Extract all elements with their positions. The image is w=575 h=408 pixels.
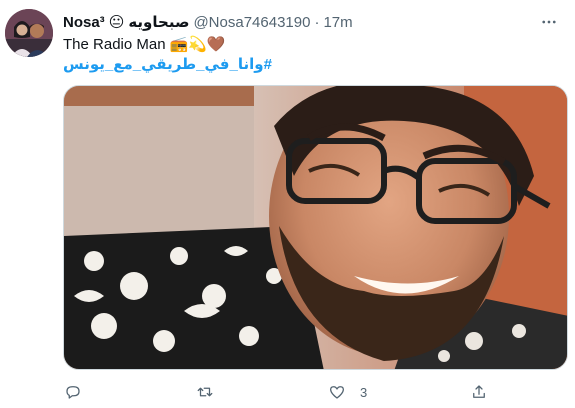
- tweet-photo[interactable]: [63, 85, 568, 370]
- separator-dot: ·: [314, 13, 320, 31]
- author-name[interactable]: Nosa³: [63, 14, 105, 31]
- author-name-arabic[interactable]: صبحاويه: [128, 13, 189, 31]
- reply-button[interactable]: [64, 383, 96, 401]
- like-count: 3: [360, 384, 368, 400]
- hashtag-link[interactable]: #وانا_في_طريقي_مع_يونس: [63, 55, 272, 75]
- tweet-actions: 3: [63, 380, 485, 404]
- photo-illustration: [64, 86, 567, 369]
- retweet-button[interactable]: [196, 383, 228, 401]
- neutral-face-emoji: 😐: [108, 14, 125, 31]
- avatar-image: [5, 9, 53, 57]
- avatar[interactable]: [5, 9, 53, 57]
- share-icon: [473, 385, 485, 398]
- tweet-text: The Radio Man 📻💫🤎: [63, 35, 226, 55]
- author-handle[interactable]: @Nosa74643190: [193, 14, 310, 31]
- tweet-time[interactable]: 17m: [323, 14, 352, 31]
- like-button[interactable]: 3: [328, 383, 367, 401]
- retweet-icon: [197, 387, 213, 397]
- more-options-button[interactable]: [537, 10, 561, 34]
- tweet-text-body: The Radio Man: [63, 36, 166, 53]
- tweet-text-emojis: 📻💫🤎: [169, 36, 226, 53]
- share-button[interactable]: [470, 383, 502, 401]
- heart-icon: [329, 386, 345, 399]
- tweet-header: Nosa³ 😐 صبحاويه @Nosa74643190 · 17m: [63, 12, 575, 32]
- tweet-card[interactable]: Nosa³ 😐 صبحاويه @Nosa74643190 · 17m The …: [0, 0, 575, 408]
- more-dots-icon: [542, 20, 556, 24]
- reply-icon: [66, 386, 80, 399]
